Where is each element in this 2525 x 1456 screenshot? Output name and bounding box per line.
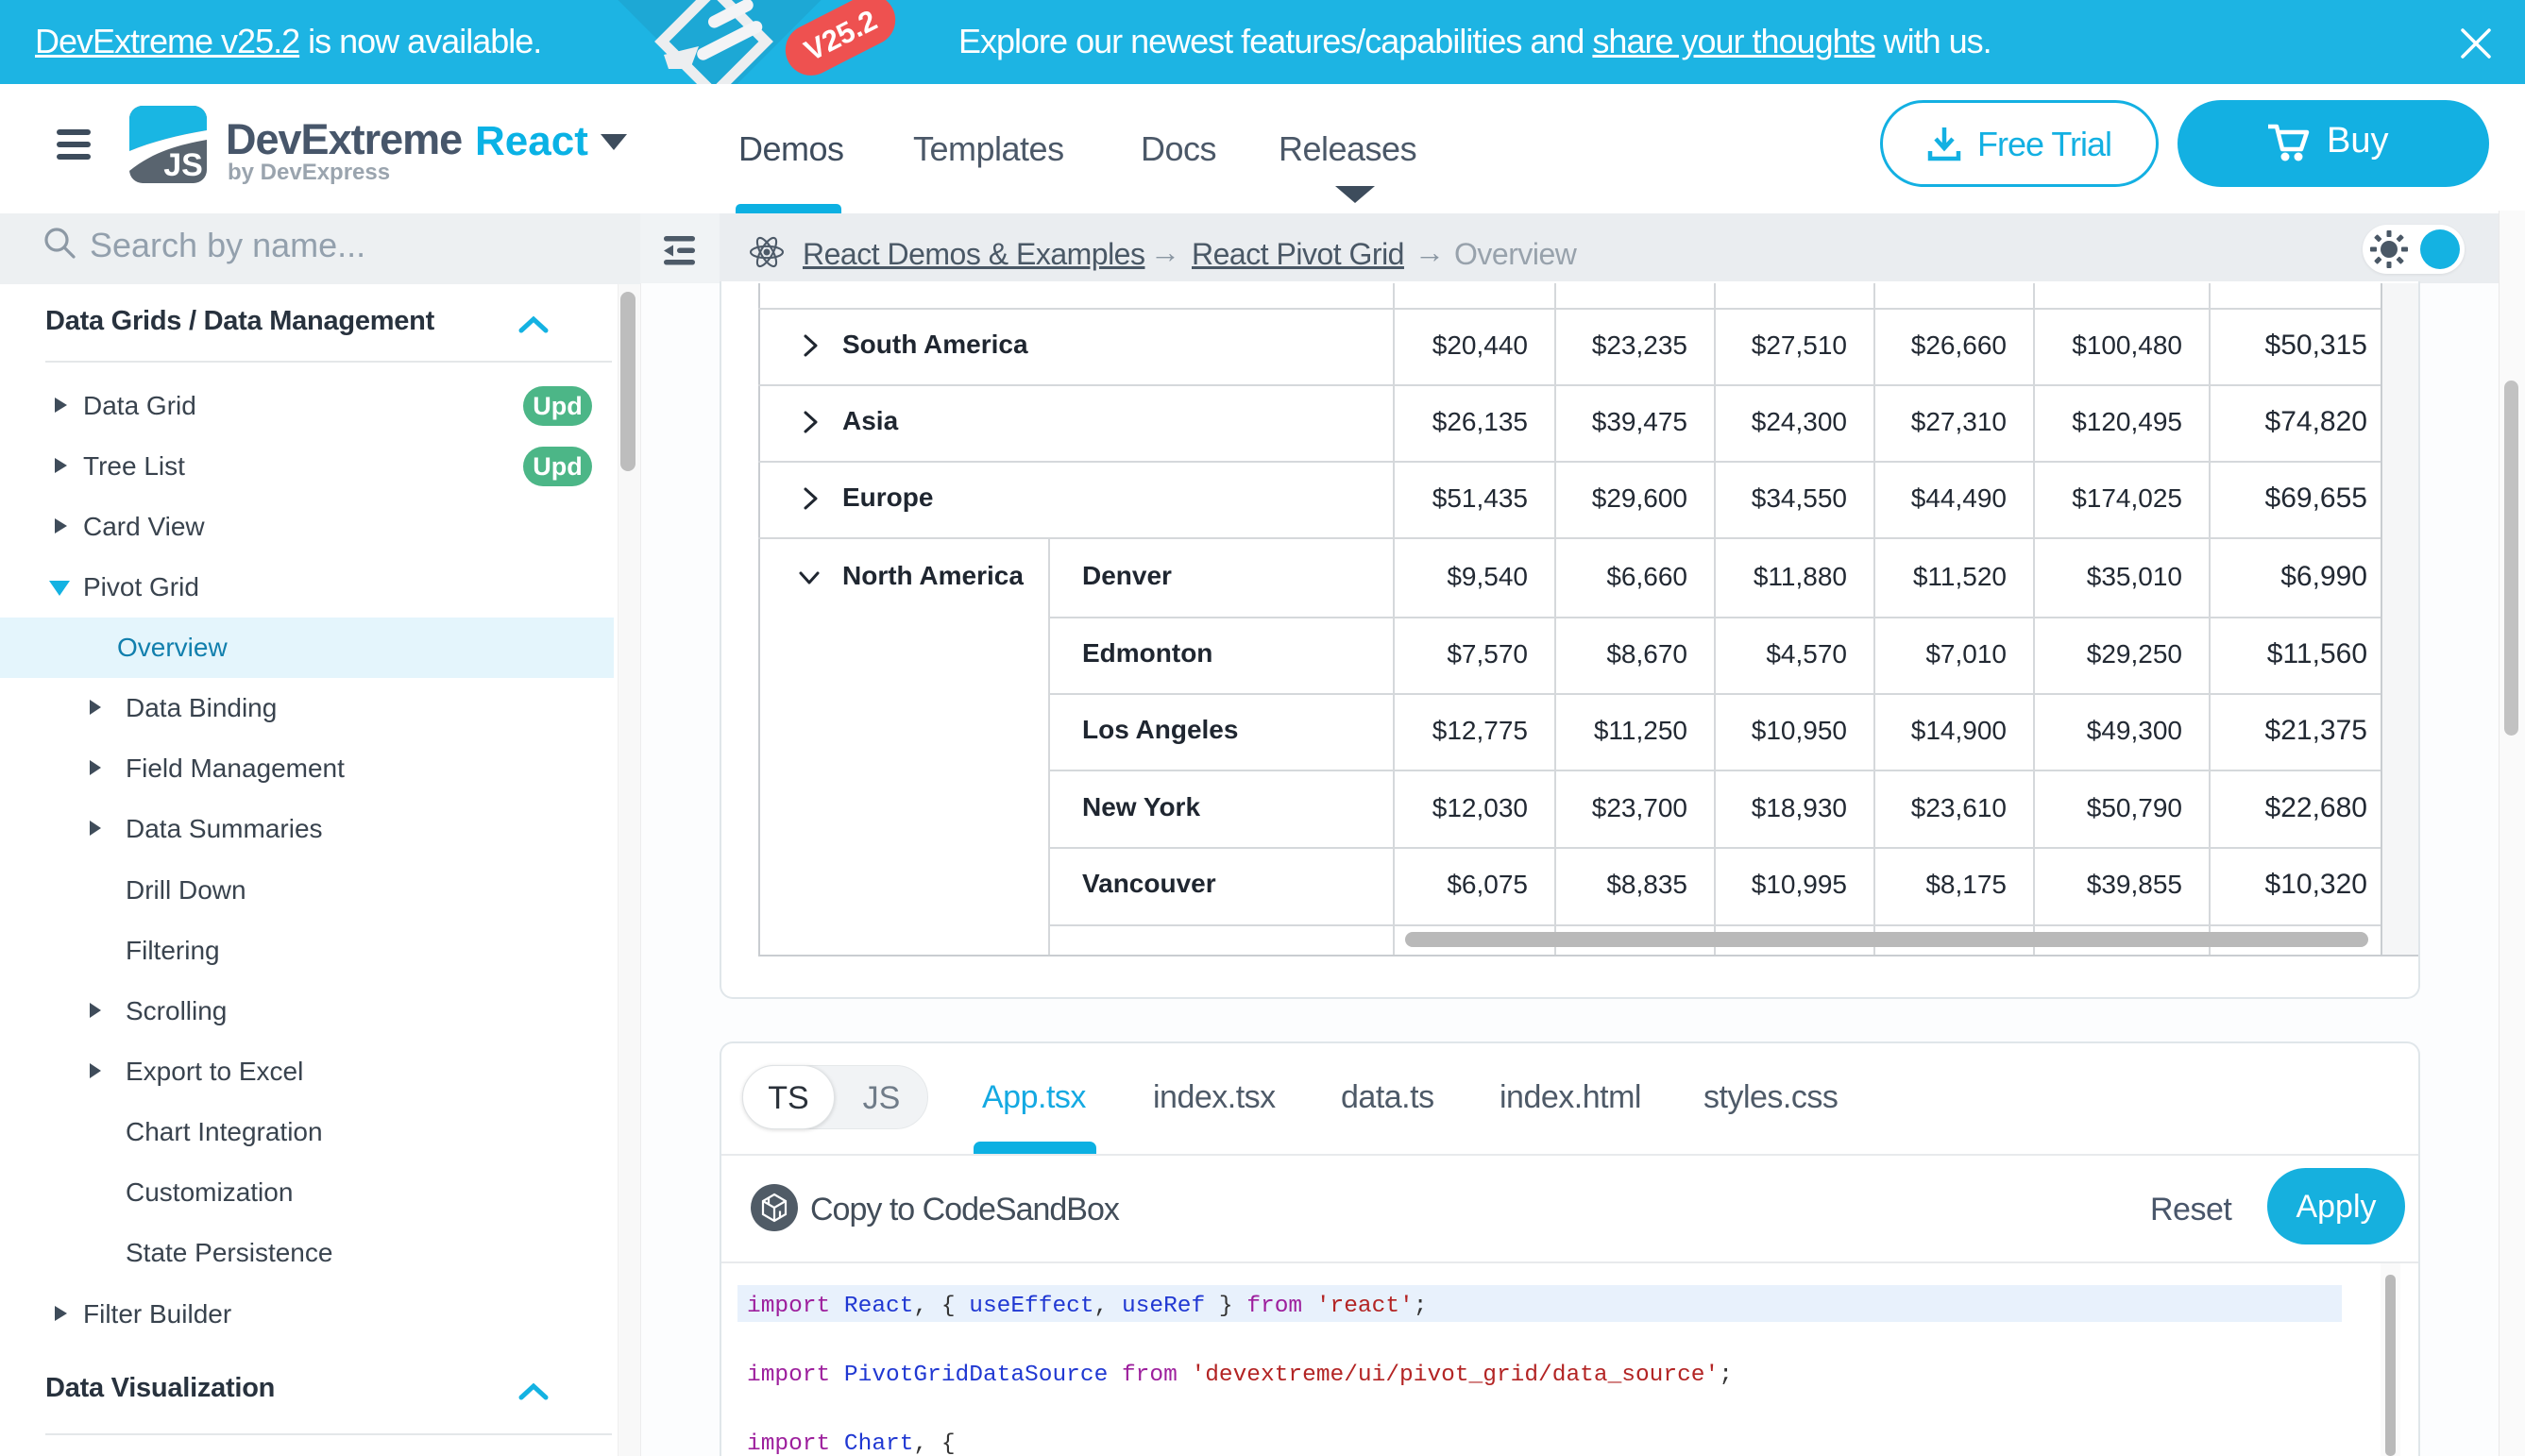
svg-text:JS: JS xyxy=(163,147,203,183)
